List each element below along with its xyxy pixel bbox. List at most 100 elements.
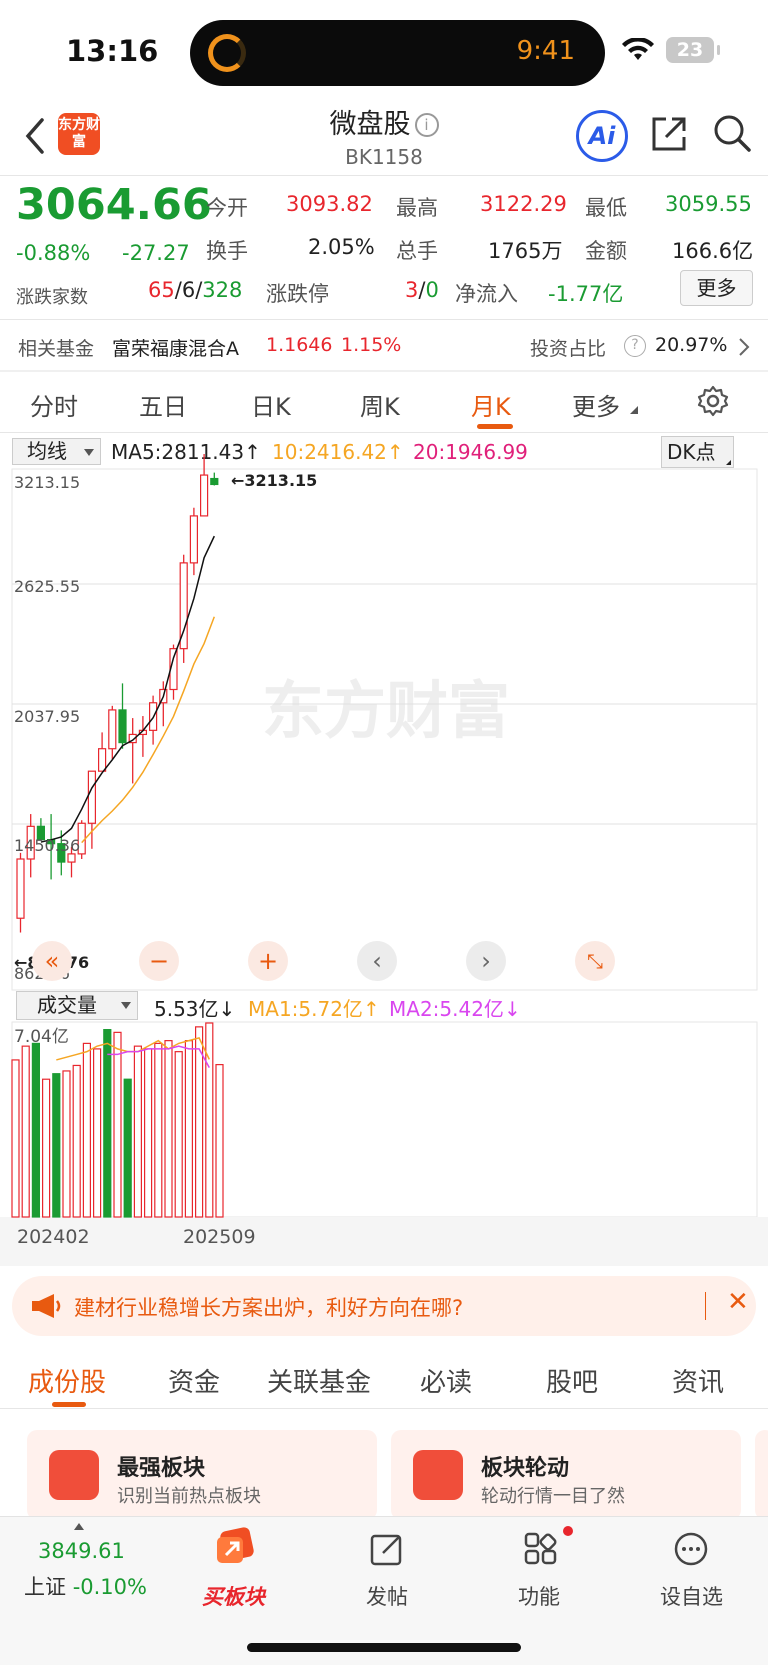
y-tick-label: 2625.55 (14, 577, 81, 596)
vol-ma2-value: MA2:5.42亿↓ (389, 997, 521, 1021)
megaphone-icon (32, 1294, 61, 1318)
zoom-out-icon[interactable]: − (139, 941, 179, 981)
ma10-line (81, 616, 216, 844)
change-pct: -0.88% (16, 241, 91, 265)
candle (108, 709, 117, 750)
candle (210, 477, 219, 486)
candle (118, 709, 127, 744)
tab-weekly-k[interactable]: 周K (360, 387, 400, 422)
index-value[interactable]: 3849.61 (38, 1539, 125, 1563)
rewind-icon[interactable]: « (32, 941, 72, 981)
y-tick-label: 2037.95 (14, 707, 81, 726)
candle (67, 853, 76, 863)
close-icon[interactable]: ✕ (727, 1287, 749, 1317)
info-icon[interactable]: i (414, 113, 439, 137)
volume-bar (205, 1022, 214, 1218)
chart-report-icon (49, 1450, 99, 1500)
tab-daily-k[interactable]: 日K (251, 387, 291, 422)
fund-change: 1.15% (341, 334, 402, 356)
volume-bar (113, 1031, 122, 1218)
ratio-value: 20.97% (655, 334, 728, 356)
gear-icon[interactable] (697, 385, 729, 417)
fund-label: 相关基金 (18, 338, 95, 360)
y-tick-label: 3213.15 (14, 473, 81, 492)
candle (189, 515, 198, 564)
notification-dot (563, 1526, 573, 1536)
high-value: 3122.29 (480, 192, 567, 216)
nav-functions[interactable]: 功能 (518, 1581, 560, 1611)
tab-news[interactable]: 资讯 (672, 1362, 724, 1399)
fullscreen-icon[interactable]: ⤡ (575, 941, 615, 981)
rotation-icon (413, 1450, 463, 1500)
dynamic-island: 9:41 (190, 20, 605, 86)
fund-nav: 1.1646 (266, 334, 333, 356)
turnover-label: 换手 (206, 239, 248, 263)
nav-add-watchlist[interactable]: 设自选 (660, 1581, 723, 1611)
card-subtitle: 识别当前热点板块 (117, 1486, 261, 1507)
card-strongest-sector[interactable]: 最强板块 识别当前热点板块 (27, 1430, 377, 1520)
candle (16, 858, 25, 919)
more-button[interactable]: 更多 (680, 270, 753, 306)
expand-up-icon[interactable] (74, 1523, 84, 1530)
x-tick-label: 202509 (183, 1226, 256, 1248)
divider (0, 175, 768, 176)
prev-icon[interactable]: ‹ (357, 941, 397, 981)
x-tick-label: 202402 (17, 1226, 90, 1248)
nav-post[interactable]: 发帖 (366, 1581, 408, 1611)
next-icon[interactable]: › (466, 941, 506, 981)
volume-bar (21, 1045, 30, 1218)
low-value: 3059.55 (665, 192, 752, 216)
volume-bar (82, 1042, 92, 1218)
volume-bar (11, 1059, 20, 1218)
active-tab-indicator (477, 424, 513, 429)
search-icon[interactable] (712, 113, 752, 153)
candle (200, 474, 209, 517)
volume-bar (144, 1048, 153, 1218)
amount-value: 166.6亿 (672, 239, 754, 263)
open-value: 3093.82 (286, 192, 373, 216)
tab-five-day[interactable]: 五日 (139, 387, 187, 422)
volume-chart[interactable] (0, 1021, 768, 1266)
tab-intraday[interactable]: 分时 (30, 387, 78, 422)
divider (0, 319, 768, 320)
volume-bar (154, 1042, 163, 1218)
ratio-label: 投资占比 (530, 338, 607, 360)
zoom-in-icon[interactable]: + (248, 941, 288, 981)
volume-label: 总手 (396, 239, 438, 263)
volume-bar (174, 1051, 183, 1218)
volume-bar (52, 1073, 61, 1218)
tab-related-funds[interactable]: 关联基金 (267, 1362, 371, 1399)
current-price: 3064.66 (16, 180, 212, 230)
kline-chart[interactable]: 东方财富 (0, 437, 768, 992)
volume-bar (41, 1078, 51, 1218)
wifi-icon (622, 38, 654, 60)
high-label: 最高 (396, 196, 438, 220)
tab-must-read[interactable]: 必读 (420, 1362, 472, 1399)
netflow-label: 净流入 (455, 282, 518, 306)
volume-bar (92, 1048, 102, 1218)
card-sector-rotation[interactable]: 板块轮动 轮动行情一目了然 (391, 1430, 741, 1520)
volume-bar (103, 1029, 112, 1218)
tab-forum[interactable]: 股吧 (546, 1362, 598, 1399)
tab-constituents[interactable]: 成份股 (28, 1362, 106, 1399)
volume-select[interactable]: 成交量 (16, 991, 138, 1020)
tab-more[interactable]: 更多 (572, 387, 620, 422)
divider (0, 370, 768, 372)
tab-monthly-k[interactable]: 月K (471, 387, 511, 422)
dropdown-corner-icon (630, 406, 638, 414)
card-title: 板块轮动 (481, 1456, 570, 1481)
news-banner[interactable]: 建材行业稳增长方案出炉，利好方向在哪? ✕ (12, 1276, 756, 1336)
banner-separator (705, 1292, 706, 1320)
chevron-right-icon[interactable] (738, 337, 750, 357)
nav-buy-sector[interactable]: 买板块 (202, 1581, 265, 1611)
turnover-value: 2.05% (308, 235, 375, 259)
volume-bar (133, 1045, 142, 1218)
index-ticker[interactable]: 上证 -0.10% (24, 1571, 147, 1601)
breadth-value: 65/6/328 (148, 278, 243, 302)
help-icon[interactable]: ? (624, 335, 646, 357)
ai-button[interactable]: Ai (576, 110, 628, 162)
fund-name[interactable]: 富荣福康混合A (112, 334, 239, 361)
tab-capital[interactable]: 资金 (168, 1362, 220, 1399)
card-subtitle: 轮动行情一目了然 (481, 1486, 625, 1507)
share-icon[interactable] (650, 115, 688, 153)
